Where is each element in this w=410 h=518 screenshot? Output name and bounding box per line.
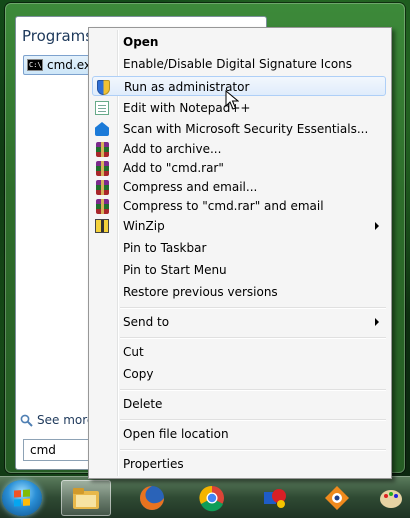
taskbar bbox=[0, 476, 410, 518]
windows-logo-icon bbox=[14, 489, 30, 507]
menu-item-compress-email[interactable]: Compress and email... bbox=[92, 177, 386, 197]
menu-item-copy[interactable]: Copy bbox=[92, 364, 386, 384]
menu-item-pin-start-menu[interactable]: Pin to Start Menu bbox=[92, 260, 386, 280]
menu-item-label: Compress to "cmd.rar" and email bbox=[123, 199, 324, 213]
menu-item-scan-mse[interactable]: Scan with Microsoft Security Essentials.… bbox=[92, 119, 386, 139]
taskbar-firefox[interactable] bbox=[127, 480, 177, 516]
context-menu: Open Enable/Disable Digital Signature Ic… bbox=[88, 27, 392, 479]
menu-item-digital-signature[interactable]: Enable/Disable Digital Signature Icons bbox=[92, 54, 386, 74]
menu-item-open[interactable]: Open bbox=[92, 32, 386, 52]
menu-item-label: Delete bbox=[123, 397, 163, 411]
menu-item-label: Open file location bbox=[123, 427, 229, 441]
winrar-icon bbox=[94, 141, 110, 157]
menu-item-add-to-archive[interactable]: Add to archive... bbox=[92, 139, 386, 159]
menu-item-label: Restore previous versions bbox=[123, 285, 278, 299]
menu-item-run-as-admin[interactable]: Run as administrator bbox=[92, 76, 386, 96]
taskbar-explorer[interactable] bbox=[61, 480, 111, 516]
menu-separator bbox=[120, 449, 386, 451]
command-prompt-icon: C:\ bbox=[27, 59, 43, 71]
search-result-label: cmd.ex bbox=[47, 58, 91, 72]
menu-item-cut[interactable]: Cut bbox=[92, 342, 386, 362]
taskbar-paint-palette[interactable] bbox=[372, 480, 410, 516]
winzip-icon bbox=[94, 218, 110, 234]
taskbar-paint-app[interactable] bbox=[250, 480, 300, 516]
firefox-icon bbox=[140, 486, 164, 510]
winrar-icon bbox=[94, 198, 110, 214]
menu-item-open-file-location[interactable]: Open file location bbox=[92, 424, 386, 444]
uac-shield-icon bbox=[95, 79, 111, 95]
paint-app-icon bbox=[264, 489, 286, 508]
start-button[interactable] bbox=[2, 480, 42, 516]
see-more-label: See more bbox=[37, 413, 95, 427]
menu-item-label: Enable/Disable Digital Signature Icons bbox=[123, 57, 353, 71]
menu-item-restore-versions[interactable]: Restore previous versions bbox=[92, 282, 386, 302]
menu-item-label: Properties bbox=[123, 457, 184, 471]
winrar-icon bbox=[94, 179, 110, 195]
file-explorer-icon bbox=[73, 488, 99, 509]
chrome-icon bbox=[199, 485, 224, 512]
menu-item-properties[interactable]: Properties bbox=[92, 454, 386, 474]
taskbar-chrome[interactable] bbox=[187, 480, 237, 516]
menu-item-label: Open bbox=[123, 35, 159, 49]
menu-item-label: Pin to Start Menu bbox=[123, 263, 227, 277]
paint-palette-icon bbox=[380, 490, 402, 508]
menu-item-label: Add to archive... bbox=[123, 142, 222, 156]
menu-item-pin-taskbar[interactable]: Pin to Taskbar bbox=[92, 238, 386, 258]
menu-item-send-to[interactable]: Send to bbox=[92, 312, 386, 332]
mouse-pointer-icon bbox=[225, 90, 239, 110]
notepad-plus-plus-icon bbox=[94, 100, 110, 116]
submenu-arrow-icon bbox=[375, 222, 379, 230]
menu-item-label: Add to "cmd.rar" bbox=[123, 161, 224, 175]
menu-separator bbox=[120, 307, 386, 309]
menu-item-winzip[interactable]: WinZip bbox=[92, 216, 386, 236]
menu-item-delete[interactable]: Delete bbox=[92, 394, 386, 414]
see-more-results-link[interactable]: See more bbox=[20, 413, 94, 427]
menu-item-label: Scan with Microsoft Security Essentials.… bbox=[123, 122, 369, 136]
menu-separator bbox=[120, 337, 386, 339]
security-essentials-icon bbox=[94, 121, 110, 137]
menu-item-add-to-cmd-rar[interactable]: Add to "cmd.rar" bbox=[92, 158, 386, 178]
menu-item-notepad-plus-plus[interactable]: Edit with Notepad++ bbox=[92, 98, 386, 118]
menu-separator bbox=[120, 389, 386, 391]
menu-item-compress-cmd-rar-email[interactable]: Compress to "cmd.rar" and email bbox=[92, 196, 386, 216]
menu-item-label: Copy bbox=[123, 367, 154, 381]
taskbar-picasa[interactable] bbox=[312, 480, 362, 516]
picasa-icon bbox=[325, 486, 349, 510]
menu-separator bbox=[120, 419, 386, 421]
menu-item-label: Compress and email... bbox=[123, 180, 258, 194]
menu-item-label: Pin to Taskbar bbox=[123, 241, 207, 255]
menu-item-label: Send to bbox=[123, 315, 170, 329]
submenu-arrow-icon bbox=[375, 318, 379, 326]
menu-item-label: Cut bbox=[123, 345, 144, 359]
menu-item-label: WinZip bbox=[123, 219, 165, 233]
magnifier-icon bbox=[20, 414, 33, 427]
winrar-icon bbox=[94, 160, 110, 176]
